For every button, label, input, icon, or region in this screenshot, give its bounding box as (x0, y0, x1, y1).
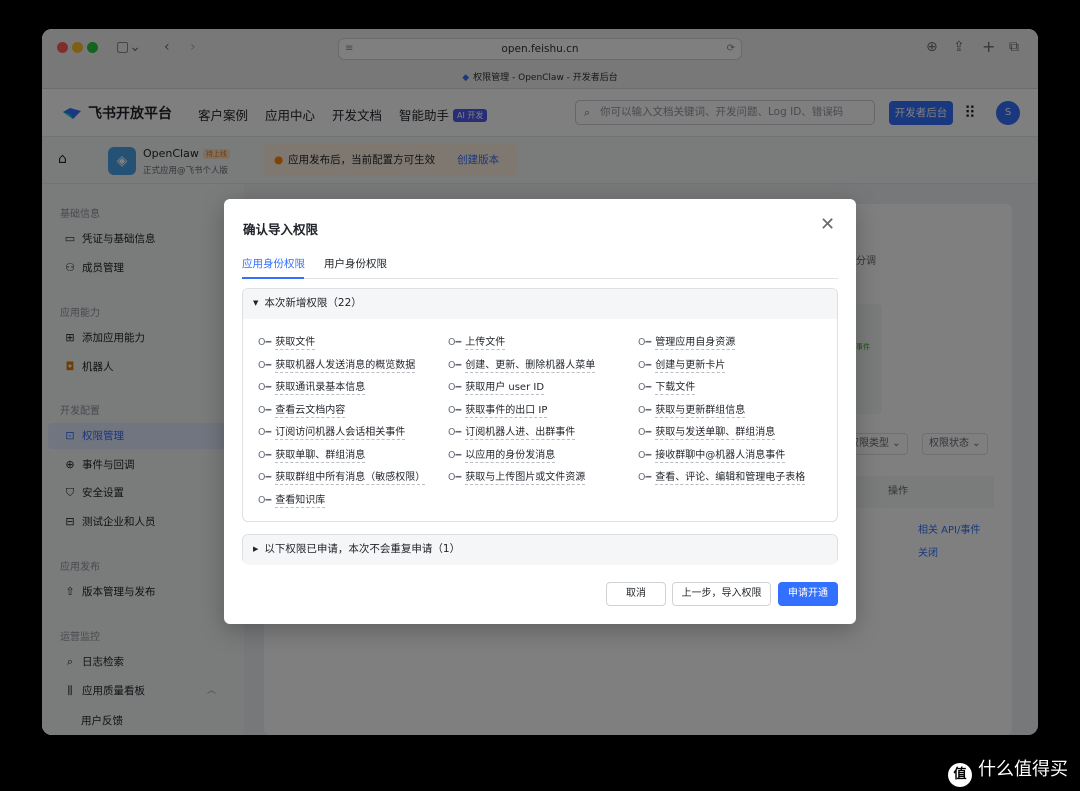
permission-label[interactable]: 获取与上传图片或文件资源 (465, 472, 586, 485)
permission-item: O━ 获取与上传图片或文件资源 (448, 468, 586, 485)
caret-down-icon: ▼ (253, 299, 259, 307)
permission-item: O━ 获取文件 (258, 333, 316, 350)
permission-item: O━ 获取与更新群组信息 (638, 401, 746, 418)
key-icon: O━ (638, 472, 652, 483)
existing-permissions-section: ▶ 以下权限已申请，本次不会重复申请（1） (242, 534, 838, 565)
permission-item: O━ 获取单聊、群组消息 (258, 446, 366, 463)
permission-label[interactable]: 获取机器人发送消息的概览数据 (275, 359, 416, 373)
permission-item: O━ 获取事件的出口 IP (448, 401, 548, 418)
permission-label[interactable]: 订阅机器人进、出群事件 (465, 427, 576, 440)
permission-item: O━ 获取群组中所有消息（敏感权限） (258, 468, 426, 485)
watermark-text: 什么值得买 (978, 759, 1068, 780)
key-icon: O━ (638, 427, 652, 438)
tab-user-identity[interactable]: 用户身份权限 (324, 256, 387, 271)
permission-label[interactable]: 订阅访问机器人会话相关事件 (275, 427, 406, 440)
key-icon: O━ (638, 449, 652, 461)
new-permissions-header[interactable]: ▼ 本次新增权限（22） (243, 289, 837, 319)
key-icon: O━ (448, 449, 462, 461)
permission-label[interactable]: 获取群组中所有消息（敏感权限） (275, 472, 426, 485)
existing-permissions-header[interactable]: ▶ 以下权限已申请，本次不会重复申请（1） (243, 535, 837, 565)
active-tab-underline (242, 277, 304, 279)
permission-item: O━ 获取与发送单聊、群组消息 (638, 423, 776, 440)
permission-label[interactable]: 获取与发送单聊、群组消息 (655, 427, 776, 440)
permission-label[interactable]: 创建、更新、删除机器人菜单 (465, 359, 596, 373)
key-icon: O━ (258, 472, 272, 483)
permission-item: O━ 获取用户 user ID (448, 378, 545, 395)
key-icon: O━ (638, 337, 652, 348)
apply-button[interactable]: 申请开通 (778, 582, 838, 606)
key-icon: O━ (258, 382, 272, 393)
permission-item: O━ 接收群聊中@机器人消息事件 (638, 446, 786, 463)
permission-label[interactable]: 查看、评论、编辑和管理电子表格 (655, 472, 806, 485)
key-icon: O━ (638, 359, 652, 371)
permission-item: O━ 创建与更新卡片 (638, 356, 726, 373)
permission-item: O━ 订阅访问机器人会话相关事件 (258, 423, 406, 440)
permission-item: O━ 以应用的身份发消息 (448, 446, 556, 463)
key-icon: O━ (258, 337, 272, 348)
permission-label[interactable]: 下载文件 (655, 382, 696, 395)
key-icon: O━ (448, 427, 462, 438)
watermark-logo: 值 (948, 763, 972, 787)
key-icon: O━ (448, 404, 462, 416)
tab-app-identity[interactable]: 应用身份权限 (242, 256, 305, 271)
permission-item: O━ 获取机器人发送消息的概览数据 (258, 356, 416, 373)
permission-label[interactable]: 以应用的身份发消息 (465, 449, 556, 463)
permission-label[interactable]: 获取文件 (275, 337, 316, 350)
permission-item: O━ 上传文件 (448, 333, 506, 350)
permission-label[interactable]: 接收群聊中@机器人消息事件 (655, 449, 786, 463)
permission-label[interactable]: 创建与更新卡片 (655, 359, 726, 373)
key-icon: O━ (448, 382, 462, 393)
permission-item: O━ 查看、评论、编辑和管理电子表格 (638, 468, 806, 485)
permission-label[interactable]: 获取用户 user ID (465, 382, 545, 395)
key-icon: O━ (638, 382, 652, 393)
permission-label[interactable]: 查看云文档内容 (275, 404, 346, 418)
caret-right-icon: ▶ (253, 545, 259, 553)
permission-item: O━ 下载文件 (638, 378, 696, 395)
permission-label[interactable]: 获取单聊、群组消息 (275, 449, 366, 463)
permission-item: O━ 查看知识库 (258, 491, 326, 508)
key-icon: O━ (258, 494, 272, 506)
key-icon: O━ (638, 404, 652, 416)
permission-item: O━ 订阅机器人进、出群事件 (448, 423, 576, 440)
permission-item: O━ 管理应用自身资源 (638, 333, 736, 350)
previous-step-button[interactable]: 上一步，导入权限 (672, 582, 771, 606)
new-permissions-section: ▼ 本次新增权限（22） O━ 获取文件 O━ 上传文件 O━ 管理应用自身资源 O━ 获取机器… (242, 288, 838, 522)
key-icon: O━ (448, 472, 462, 483)
permission-item: O━ 获取通讯录基本信息 (258, 378, 366, 395)
permission-label[interactable]: 获取与更新群组信息 (655, 404, 746, 418)
key-icon: O━ (258, 359, 272, 371)
permission-label[interactable]: 获取通讯录基本信息 (275, 382, 366, 395)
confirm-import-dialog: 确认导入权限 ✕ 应用身份权限 用户身份权限 ▼ 本次新增权限（22） O━ 获取文… (224, 199, 856, 624)
close-icon[interactable]: ✕ (820, 215, 835, 235)
dialog-title: 确认导入权限 (243, 222, 319, 237)
key-icon: O━ (258, 404, 272, 416)
key-icon: O━ (448, 337, 462, 348)
key-icon: O━ (448, 359, 462, 371)
key-icon: O━ (258, 449, 272, 461)
permission-item: O━ 查看云文档内容 (258, 401, 346, 418)
permission-item: O━ 创建、更新、删除机器人菜单 (448, 356, 596, 373)
key-icon: O━ (258, 427, 272, 438)
permission-label[interactable]: 管理应用自身资源 (655, 337, 736, 350)
permission-label[interactable]: 上传文件 (465, 337, 506, 350)
permission-label[interactable]: 获取事件的出口 IP (465, 404, 548, 418)
dialog-tabs: 应用身份权限 用户身份权限 (242, 253, 838, 279)
permission-label[interactable]: 查看知识库 (275, 494, 326, 508)
cancel-button[interactable]: 取消 (606, 582, 666, 606)
watermark: 值什么值得买 (948, 755, 1068, 787)
